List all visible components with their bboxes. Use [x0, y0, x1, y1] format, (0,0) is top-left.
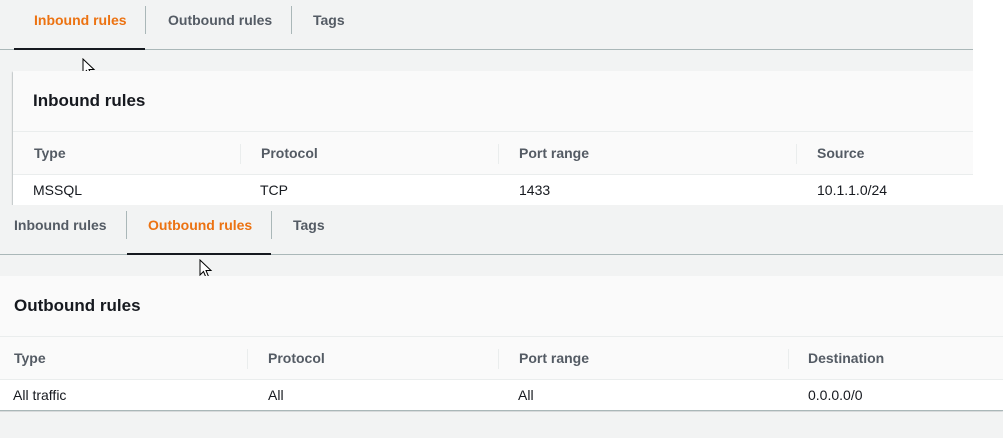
cell-protocol: TCP: [260, 182, 288, 198]
active-tab-indicator: [14, 48, 145, 50]
tab-bar: Inbound rules Outbound rules Tags: [0, 205, 1003, 255]
outbound-panel: Inbound rules Outbound rules Tags Outbou…: [0, 205, 1003, 438]
column-divider[interactable]: [498, 144, 499, 164]
column-divider[interactable]: [247, 349, 248, 369]
tab-tags[interactable]: Tags: [313, 0, 345, 49]
cell-destination: 0.0.0.0/0: [808, 387, 863, 403]
active-tab-indicator: [127, 253, 271, 255]
tab-separator: [126, 211, 127, 239]
card-title: Inbound rules: [33, 91, 146, 110]
cell-port-range: All: [518, 387, 534, 403]
cell-port-range: 1433: [519, 182, 551, 198]
column-header-protocol[interactable]: Protocol: [268, 337, 325, 379]
column-divider[interactable]: [796, 144, 797, 164]
tab-separator: [291, 6, 292, 34]
tab-separator: [145, 6, 146, 34]
column-header-type[interactable]: Type: [14, 337, 46, 379]
column-divider[interactable]: [240, 144, 241, 164]
tab-inbound-rules[interactable]: Inbound rules: [34, 0, 127, 49]
tab-separator: [271, 211, 272, 239]
tab-outbound-rules[interactable]: Outbound rules: [148, 205, 252, 254]
inbound-rules-card: Inbound rules Type Protocol Port range S…: [13, 71, 973, 206]
table-row: All traffic All All 0.0.0.0/0: [0, 380, 1003, 411]
tab-tags[interactable]: Tags: [293, 205, 325, 254]
card-header: Outbound rules: [0, 276, 1003, 337]
inbound-panel: Inbound rules Outbound rules Tags Inboun…: [0, 0, 973, 215]
outbound-rules-card: Outbound rules Type Protocol Port range …: [0, 276, 1003, 411]
table-header: Type Protocol Port range Source: [13, 132, 973, 175]
column-header-source[interactable]: Source: [817, 132, 864, 174]
tab-outbound-rules[interactable]: Outbound rules: [168, 0, 272, 49]
column-header-port-range[interactable]: Port range: [519, 132, 589, 174]
tab-inbound-rules[interactable]: Inbound rules: [14, 205, 107, 254]
column-header-destination[interactable]: Destination: [808, 337, 884, 379]
table-header: Type Protocol Port range Destination: [0, 337, 1003, 380]
card-header: Inbound rules: [13, 71, 973, 132]
card-title: Outbound rules: [14, 296, 141, 315]
column-divider[interactable]: [498, 349, 499, 369]
table-row: MSSQL TCP 1433 10.1.1.0/24: [13, 175, 973, 206]
column-divider[interactable]: [788, 349, 789, 369]
column-header-protocol[interactable]: Protocol: [261, 132, 318, 174]
column-header-port-range[interactable]: Port range: [519, 337, 589, 379]
cell-source: 10.1.1.0/24: [817, 182, 888, 198]
column-header-type[interactable]: Type: [34, 132, 66, 174]
cell-type: All traffic: [13, 387, 67, 403]
tab-bar: Inbound rules Outbound rules Tags: [0, 0, 973, 50]
cell-type: MSSQL: [33, 182, 83, 198]
cell-protocol: All: [268, 387, 284, 403]
